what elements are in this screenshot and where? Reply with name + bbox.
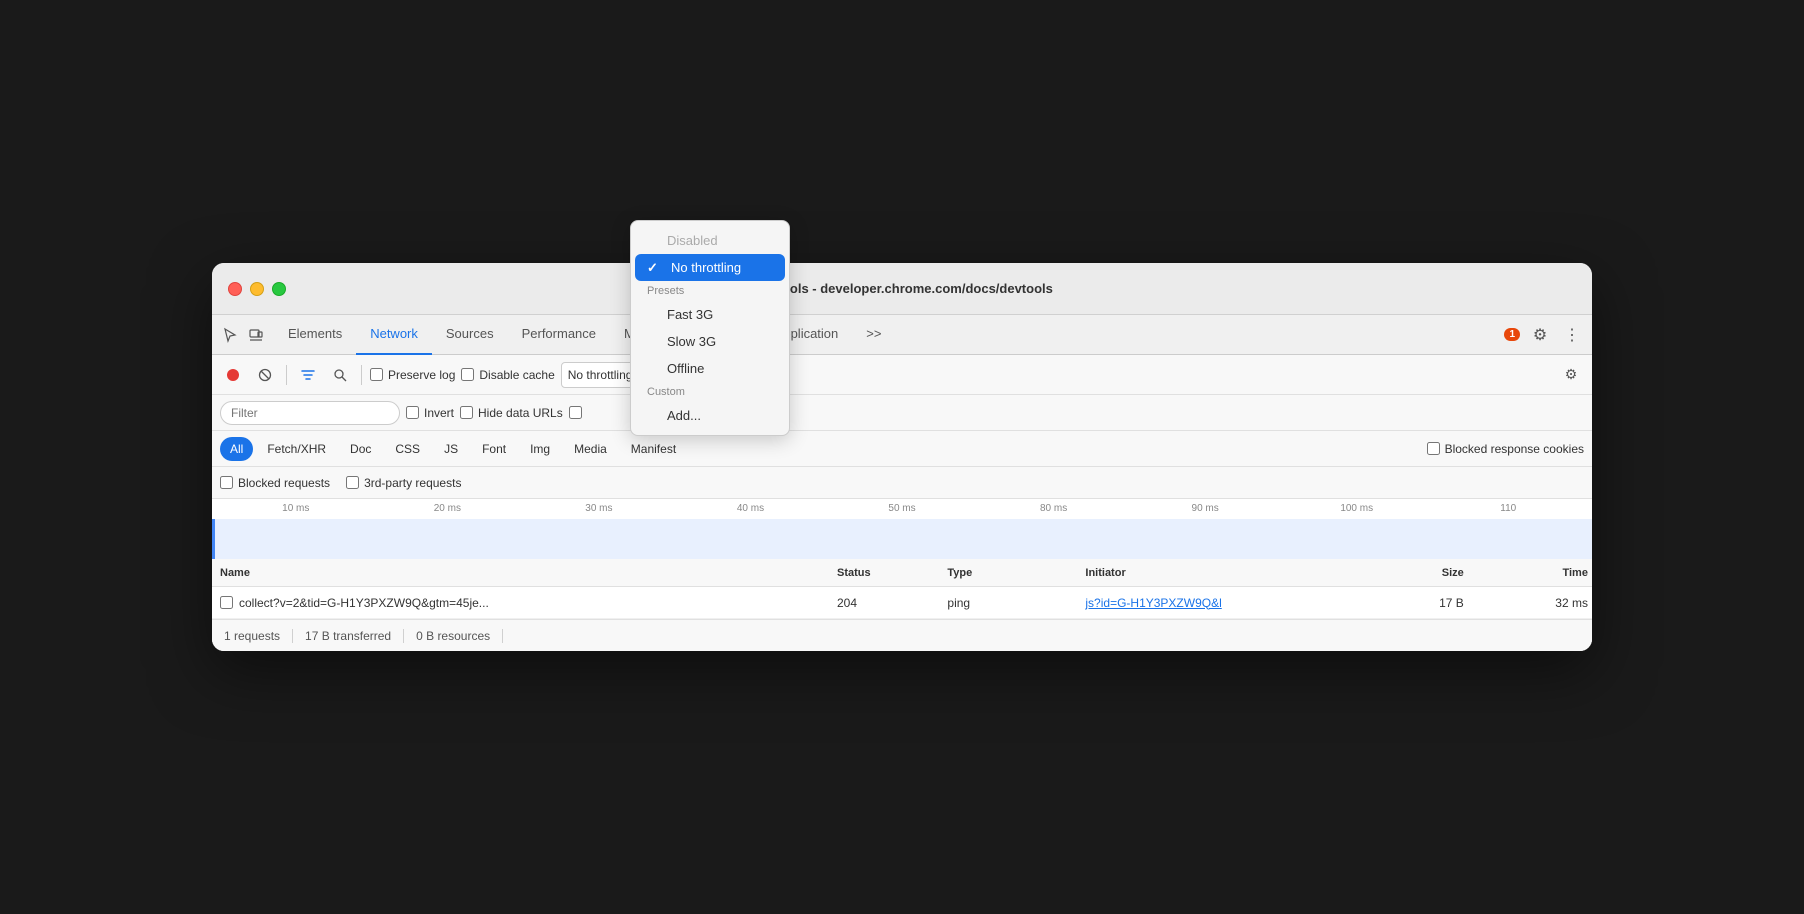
record-button[interactable] [220, 362, 246, 388]
timeline: 10 ms 20 ms 30 ms 40 ms 50 ms 80 ms 90 m… [212, 499, 1592, 559]
filter-bar: Invert Hide data URLs [212, 395, 1592, 431]
devtools-body: Elements Network Sources Performance Mem… [212, 315, 1592, 651]
more-options-icon[interactable]: ⋮ [1560, 323, 1584, 347]
clear-button[interactable] [252, 362, 278, 388]
checkmark-icon: ✓ [647, 263, 658, 276]
timeline-bar [212, 519, 1592, 559]
type-doc-button[interactable]: Doc [340, 437, 381, 461]
timeline-label-20ms: 20 ms [372, 503, 524, 514]
dropdown-add[interactable]: Add... [631, 402, 789, 429]
notification-area: 1 [1504, 328, 1520, 341]
type-font-button[interactable]: Font [472, 437, 516, 461]
dropdown-offline[interactable]: Offline [631, 355, 789, 382]
row-time: 32 ms [1468, 596, 1592, 610]
preserve-log-checkbox[interactable]: Preserve log [370, 368, 455, 382]
dropdown-no-throttling[interactable]: ✓ No throttling [635, 263, 785, 281]
throttle-dropdown-menu: Disabled ✓ No throttling Presets Fast 3G… [630, 263, 790, 436]
row-checkbox[interactable] [220, 596, 233, 609]
status-requests: 1 requests [224, 629, 293, 643]
header-time: Time [1468, 567, 1592, 579]
window-title: DevTools - developer.chrome.com/docs/dev… [751, 281, 1053, 296]
header-size: Size [1357, 567, 1467, 579]
tab-bar: Elements Network Sources Performance Mem… [212, 315, 1592, 355]
dropdown-custom-label: Custom [631, 382, 789, 402]
timeline-label-80ms: 80 ms [978, 503, 1130, 514]
third-party-checkbox[interactable]: 3rd-party requests [346, 476, 461, 490]
row-initiator-link[interactable]: js?id=G-H1Y3PXZW9Q&l [1085, 596, 1221, 610]
row-status: 204 [833, 596, 943, 610]
filter-icon[interactable] [295, 362, 321, 388]
network-table: Name Status Type Initiator Size Time col… [212, 559, 1592, 619]
tab-elements[interactable]: Elements [274, 315, 356, 355]
dropdown-slow-3g[interactable]: Slow 3G [631, 328, 789, 355]
search-icon[interactable] [327, 362, 353, 388]
titlebar: DevTools - developer.chrome.com/docs/dev… [212, 263, 1592, 315]
tab-right-actions: 1 ⚙ ⋮ [1504, 323, 1584, 347]
blocked-bar: Blocked requests 3rd-party requests [212, 467, 1592, 499]
table-row[interactable]: collect?v=2&tid=G-H1Y3PXZW9Q&gtm=45je...… [212, 587, 1592, 619]
type-filter-bar: All Fetch/XHR Doc CSS JS Font Img Media … [212, 431, 1592, 467]
network-settings-icon[interactable]: ⚙ [1558, 362, 1584, 388]
status-transferred: 17 B transferred [293, 629, 404, 643]
timeline-label-10ms: 10 ms [220, 503, 372, 514]
type-manifest-button[interactable]: Manifest [621, 437, 686, 461]
timeline-label-30ms: 30 ms [523, 503, 675, 514]
header-initiator: Initiator [1081, 567, 1357, 579]
tab-network[interactable]: Network [356, 315, 432, 355]
filter-input[interactable] [220, 401, 400, 425]
hide-data-urls-checkbox[interactable]: Hide data URLs [460, 406, 563, 420]
blocked-requests-checkbox[interactable]: Blocked requests [220, 476, 330, 490]
toolbar-divider-2 [361, 365, 362, 385]
invert-checkbox[interactable]: Invert [406, 406, 454, 420]
row-initiator: js?id=G-H1Y3PXZW9Q&l [1081, 596, 1357, 610]
header-type: Type [943, 567, 1081, 579]
tab-more[interactable]: >> [852, 315, 895, 355]
type-media-button[interactable]: Media [564, 437, 617, 461]
status-resources: 0 B resources [404, 629, 503, 643]
maximize-button[interactable] [272, 282, 286, 296]
timeline-label-100ms: 100 ms [1281, 503, 1433, 514]
type-js-button[interactable]: JS [434, 437, 468, 461]
status-bar: 1 requests 17 B transferred 0 B resource… [212, 619, 1592, 651]
close-button[interactable] [228, 282, 242, 296]
row-name: collect?v=2&tid=G-H1Y3PXZW9Q&gtm=45je... [212, 596, 833, 610]
dropdown-presets-label: Presets [631, 281, 789, 301]
type-all-button[interactable]: All [220, 437, 253, 461]
settings-icon[interactable]: ⚙ [1528, 323, 1552, 347]
timeline-label-50ms: 50 ms [826, 503, 978, 514]
blocked-cookies-checkbox[interactable]: Blocked response cookies [1427, 442, 1584, 456]
toolbar-divider-1 [286, 365, 287, 385]
type-fetch-xhr-button[interactable]: Fetch/XHR [257, 437, 336, 461]
type-img-button[interactable]: Img [520, 437, 560, 461]
table-header: Name Status Type Initiator Size Time [212, 559, 1592, 587]
device-icon[interactable] [246, 325, 266, 345]
devtools-window: DevTools - developer.chrome.com/docs/dev… [212, 263, 1592, 651]
extra-checkbox[interactable] [569, 406, 582, 419]
tab-performance[interactable]: Performance [508, 315, 610, 355]
traffic-lights [228, 282, 286, 296]
row-type: ping [943, 596, 1081, 610]
timeline-label-40ms: 40 ms [675, 503, 827, 514]
header-name: Name [212, 567, 833, 579]
network-toolbar: Preserve log Disable cache No throttling… [212, 355, 1592, 395]
tab-sources[interactable]: Sources [432, 315, 508, 355]
tab-icons [220, 325, 266, 345]
cursor-icon[interactable] [220, 325, 240, 345]
throttle-value: No throttling [568, 368, 633, 382]
timeline-label-110ms: 110 [1433, 503, 1585, 514]
header-status: Status [833, 567, 943, 579]
disable-cache-checkbox[interactable]: Disable cache [461, 368, 554, 382]
row-size: 17 B [1357, 596, 1467, 610]
type-css-button[interactable]: CSS [385, 437, 430, 461]
timeline-label-90ms: 90 ms [1129, 503, 1281, 514]
dropdown-fast-3g[interactable]: Fast 3G [631, 301, 789, 328]
minimize-button[interactable] [250, 282, 264, 296]
notification-badge: 1 [1504, 328, 1520, 341]
